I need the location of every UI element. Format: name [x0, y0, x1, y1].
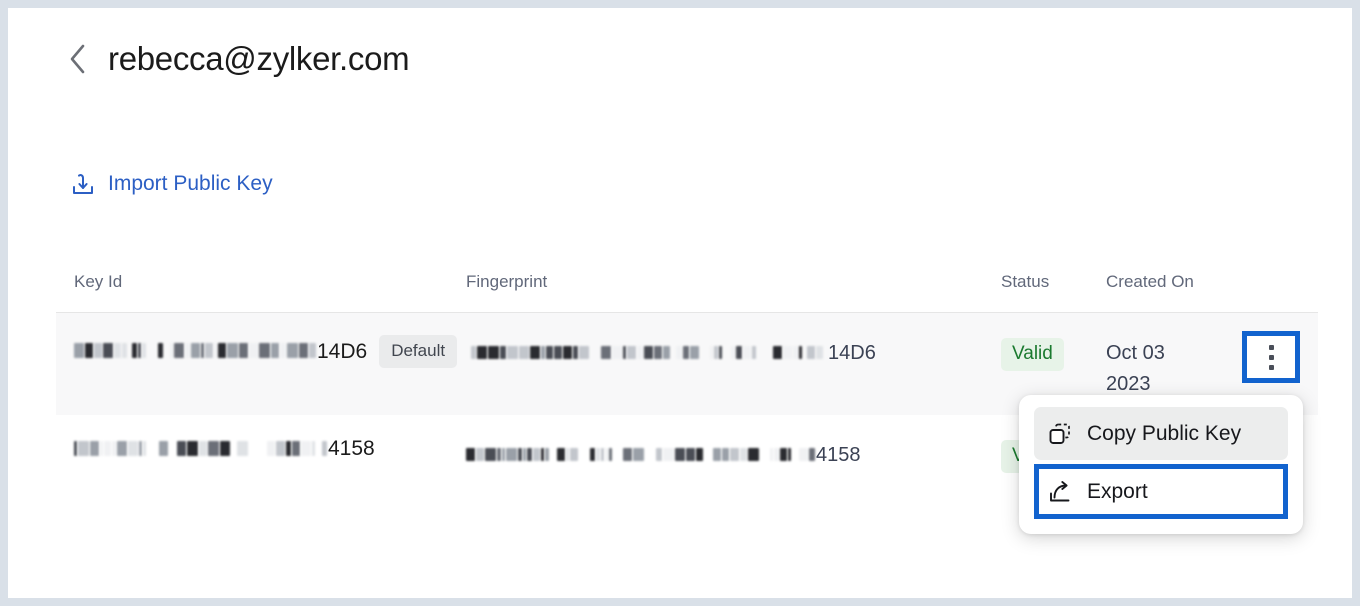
page-frame: rebecca@zylker.com Import Public Key Key… [8, 8, 1352, 598]
menu-item-copy-public-key[interactable]: Copy Public Key [1034, 407, 1288, 460]
column-header-fingerprint: Fingerprint [466, 272, 548, 291]
fingerprint-value: 14D6 [466, 338, 941, 369]
redacted-fingerprint [466, 337, 828, 368]
back-button[interactable] [66, 42, 90, 76]
page-header: rebecca@zylker.com [66, 40, 410, 78]
import-key-icon [70, 171, 96, 197]
created-on-value: Oct 03 2023 [1106, 338, 1184, 400]
key-id-suffix: 4158 [328, 437, 375, 460]
row-actions-dropdown: Copy Public Key Export [1019, 395, 1303, 534]
default-badge: Default [379, 335, 458, 368]
fingerprint-value: 4158 [466, 440, 941, 471]
menu-item-label: Copy Public Key [1087, 421, 1242, 445]
key-id-value: 4158 [74, 437, 375, 461]
menu-item-label: Export [1087, 479, 1148, 503]
key-id-value: 14D6 [74, 340, 367, 364]
key-id-suffix: 14D6 [317, 339, 368, 363]
export-icon [1047, 479, 1073, 505]
page-title: rebecca@zylker.com [108, 40, 410, 77]
table-header-row: Key Id Fingerprint Status Created On [56, 260, 1318, 313]
kebab-menu-icon-dot [1268, 364, 1274, 370]
cell-created-on: Oct 03 2023 [1106, 313, 1238, 400]
copy-icon [1047, 421, 1073, 447]
chevron-left-icon [68, 43, 88, 75]
import-public-key-button[interactable]: Import Public Key [70, 171, 273, 197]
cell-actions [1238, 313, 1300, 383]
cell-status: Valid [1001, 313, 1106, 371]
kebab-menu-icon-dot [1268, 354, 1274, 360]
cell-fingerprint: 14D6 [466, 313, 1001, 369]
cell-fingerprint: 4158 [466, 415, 1001, 471]
column-header-created-on: Created On [1106, 272, 1194, 291]
redacted-key-id [74, 339, 317, 363]
cell-key-id: 14D6 Default [74, 313, 466, 368]
redacted-key-id [74, 436, 328, 460]
fingerprint-suffix: 4158 [816, 444, 861, 466]
column-header-key-id: Key Id [74, 272, 123, 291]
kebab-menu-icon-dot [1268, 344, 1274, 350]
redacted-fingerprint [466, 439, 816, 470]
created-on-line1: Oct 03 [1106, 342, 1165, 364]
menu-item-export[interactable]: Export [1034, 464, 1288, 519]
row-actions-menu-button[interactable] [1242, 331, 1300, 383]
status-badge: Valid [1001, 338, 1064, 371]
column-header-status: Status [1001, 272, 1050, 291]
import-public-key-label: Import Public Key [108, 172, 273, 195]
cell-key-id: 4158 [74, 415, 466, 461]
fingerprint-suffix: 14D6 [828, 342, 876, 364]
column-header-actions [1238, 260, 1300, 272]
